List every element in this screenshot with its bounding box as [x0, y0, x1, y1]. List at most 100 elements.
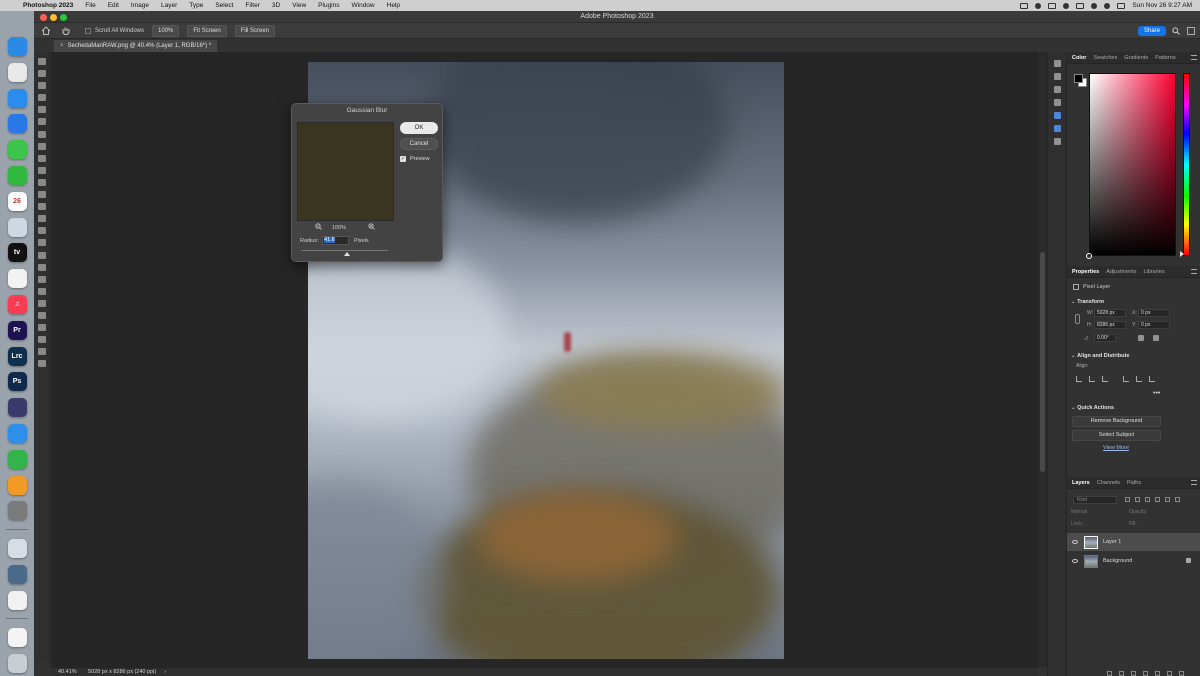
preview-checkbox[interactable]: ✓	[400, 156, 406, 162]
align-top-icon[interactable]	[1123, 376, 1129, 382]
menu-plugins[interactable]: Plugins	[318, 2, 339, 9]
swap-colors-icon[interactable]	[37, 324, 46, 332]
tab-adjustments[interactable]: Adjustments	[1106, 269, 1136, 275]
status-arrow-icon[interactable]: ›	[164, 669, 166, 675]
spotlight-icon[interactable]	[1104, 2, 1111, 9]
chrome-icon[interactable]	[7, 62, 27, 82]
lightroom-classic-icon[interactable]: Lrc	[7, 346, 27, 366]
menu-select[interactable]: Select	[215, 2, 233, 9]
ok-button[interactable]: OK	[400, 122, 438, 134]
menu-3d[interactable]: 3D	[272, 2, 280, 9]
keynote-icon[interactable]	[7, 423, 27, 443]
path-select-tool-icon[interactable]	[37, 263, 46, 271]
share-button[interactable]: Share	[1138, 26, 1166, 36]
photos-icon[interactable]	[7, 590, 27, 610]
align-bottom-icon[interactable]	[1149, 376, 1155, 382]
menu-window[interactable]: Window	[352, 2, 375, 9]
filter-type-icon[interactable]	[1145, 497, 1150, 502]
gradient-tool-icon[interactable]	[37, 203, 46, 211]
align-horizontal-center-icon[interactable]	[1089, 376, 1095, 382]
app-store-icon[interactable]	[7, 114, 27, 134]
quick-actions-section-title[interactable]: Quick Actions	[1071, 405, 1114, 411]
properties-icon[interactable]	[1053, 112, 1061, 119]
hand-tool-icon[interactable]	[37, 287, 46, 295]
filter-pixel-icon[interactable]	[1125, 497, 1130, 502]
healing-brush-tool-icon[interactable]	[37, 142, 46, 150]
reminders-icon[interactable]	[7, 269, 27, 289]
new-adjustment-icon[interactable]	[1143, 671, 1148, 676]
apple-tv-icon[interactable]: tv	[7, 243, 27, 263]
align-vertical-center-icon[interactable]	[1136, 376, 1142, 382]
menu-edit[interactable]: Edit	[108, 2, 119, 9]
flip-vertical-icon[interactable]	[1153, 335, 1159, 341]
status-icon[interactable]	[1035, 2, 1042, 9]
vertical-scrollbar[interactable]	[1038, 52, 1047, 667]
lasso-tool-icon[interactable]	[37, 82, 46, 90]
blur-tool-icon[interactable]	[37, 215, 46, 223]
eyedropper-tool-icon[interactable]	[37, 130, 46, 138]
numbers-icon[interactable]	[7, 449, 27, 469]
status-zoom[interactable]: 40.41%	[58, 669, 80, 675]
object-select-tool-icon[interactable]	[37, 94, 46, 102]
panel-menu-icon[interactable]	[1191, 55, 1197, 60]
app-menu-name[interactable]: Photoshop 2023	[23, 2, 73, 9]
tab-libraries[interactable]: Libraries	[1143, 269, 1164, 275]
trash-icon[interactable]	[7, 653, 27, 673]
tab-layers[interactable]: Layers	[1072, 480, 1090, 486]
battery-icon[interactable]	[1076, 2, 1085, 9]
music-icon[interactable]: ♫	[7, 294, 27, 314]
close-tab-icon[interactable]: ×	[60, 43, 64, 49]
adjustments-icon[interactable]	[1053, 86, 1061, 93]
panel-menu-icon[interactable]	[1191, 269, 1197, 274]
cancel-button[interactable]: Cancel	[400, 138, 438, 150]
fill-screen-button[interactable]: Fill Screen	[234, 24, 276, 37]
menu-bar-clock[interactable]: Sun Nov 26 9:27 AM	[1132, 2, 1192, 9]
more-options-icon[interactable]: •••	[1153, 390, 1160, 397]
color-picker-cursor[interactable]	[1086, 253, 1092, 259]
more-tools-icon[interactable]	[37, 311, 46, 319]
zoom-tool-icon[interactable]	[37, 299, 46, 307]
tab-patterns[interactable]: Patterns	[1155, 55, 1175, 61]
y-field[interactable]: 0 px	[1138, 321, 1170, 329]
weather-icon[interactable]	[7, 217, 27, 237]
tab-properties[interactable]: Properties	[1072, 269, 1099, 275]
menu-help[interactable]: Help	[387, 2, 400, 9]
comments-icon[interactable]	[1053, 73, 1061, 80]
add-style-icon[interactable]	[1119, 671, 1124, 676]
zoom-100-button[interactable]: 100%	[152, 24, 180, 37]
vertical-scrollbar-thumb[interactable]	[1040, 252, 1045, 472]
move-tool-icon[interactable]	[37, 58, 46, 65]
photoshop-icon[interactable]: Ps	[7, 372, 27, 392]
frame-tool-icon[interactable]	[37, 118, 46, 126]
hue-slider-marker[interactable]	[1180, 251, 1184, 257]
creative-cloud-icon[interactable]	[1063, 2, 1070, 9]
bluetooth-icon[interactable]	[1048, 2, 1057, 9]
pen-tool-icon[interactable]	[37, 239, 46, 247]
delete-layer-icon[interactable]	[1179, 671, 1184, 676]
menu-filter[interactable]: Filter	[245, 2, 259, 9]
filter-shape-icon[interactable]	[1155, 497, 1160, 502]
tab-color[interactable]: Color	[1072, 55, 1086, 61]
document-tab[interactable]: × SechedaManRAW.png @ 40.4% (Layer 1, RGB…	[54, 40, 218, 52]
new-group-icon[interactable]	[1155, 671, 1160, 676]
messages-icon[interactable]	[7, 140, 27, 160]
brush-settings-icon[interactable]	[1053, 99, 1061, 106]
quicktime-icon[interactable]	[7, 564, 27, 584]
workspace-icon[interactable]	[1187, 27, 1195, 35]
history-brush-tool-icon[interactable]	[37, 178, 46, 186]
dodge-tool-icon[interactable]	[37, 227, 46, 235]
flip-horizontal-icon[interactable]	[1138, 335, 1144, 341]
premiere-pro-icon[interactable]: Pr	[7, 320, 27, 340]
layer-filter-search[interactable]: Kind	[1073, 496, 1117, 504]
align-section-title[interactable]: Align and Distribute	[1071, 353, 1129, 359]
rectangle-tool-icon[interactable]	[37, 275, 46, 283]
filter-toggle-icon[interactable]	[1175, 497, 1180, 502]
mail-icon[interactable]	[7, 88, 27, 108]
radius-input[interactable]: 41.6	[322, 236, 349, 245]
search-icon[interactable]	[1172, 27, 1180, 35]
canvas-area[interactable]	[51, 52, 1038, 667]
menu-file[interactable]: File	[85, 2, 95, 9]
marquee-tool-icon[interactable]	[37, 70, 46, 78]
x-field[interactable]: 0 px	[1138, 309, 1170, 317]
menu-view[interactable]: View	[292, 2, 306, 9]
